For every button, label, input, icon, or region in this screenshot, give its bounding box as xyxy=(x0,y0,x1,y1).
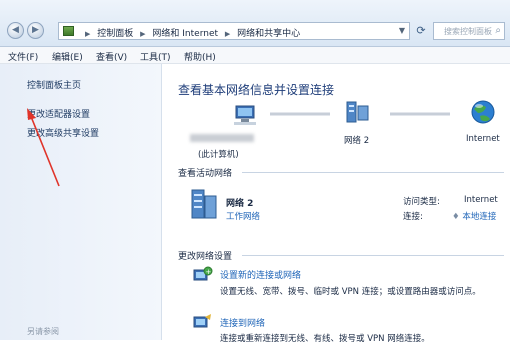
address-bar[interactable]: ▶ 控制面板 ▶ 网络和 Internet ▶ 网络和共享中心 ▼ xyxy=(58,22,410,40)
setup-new-connection-desc: 设置无线、宽带、拨号、临时或 VPN 连接；或设置路由器或访问点。 xyxy=(220,287,481,297)
search-placeholder: 搜索控制面板 xyxy=(444,27,492,36)
page-title: 查看基本网络信息并设置连接 xyxy=(178,83,335,97)
internet-node-label: Internet xyxy=(466,134,500,144)
breadcrumb-separator-icon[interactable]: ▶ xyxy=(85,30,90,38)
refresh-icon[interactable]: ⟳ xyxy=(412,22,430,40)
back-button[interactable]: ◀ xyxy=(7,22,24,39)
network-icon[interactable] xyxy=(346,101,369,123)
see-also-heading: 另请参阅 xyxy=(27,327,59,336)
access-type-label: 访问类型: xyxy=(403,197,440,207)
active-network-name: 网络 2 xyxy=(226,199,254,209)
sidebar-item-control-panel-home[interactable]: 控制面板主页 xyxy=(27,78,81,91)
search-icon[interactable]: ⌕ xyxy=(495,25,501,36)
control-panel-icon xyxy=(63,26,74,36)
network-node-label: 网络 2 xyxy=(344,136,370,146)
access-type-value: Internet xyxy=(464,195,498,205)
local-connection-link[interactable]: ♦ 本地连接 xyxy=(452,210,496,222)
breadcrumb: ▶ 控制面板 ▶ 网络和 Internet ▶ 网络和共享中心 xyxy=(81,26,300,39)
address-toolbar: ◀ ▶ ▶ 控制面板 ▶ 网络和 Internet ▶ 网络和共享中心 ▼ ⟳ … xyxy=(0,0,510,47)
menu-help[interactable]: 帮助(H) xyxy=(184,50,216,63)
network-location-link[interactable]: 工作网络 xyxy=(226,210,260,222)
breadcrumb-control-panel[interactable]: 控制面板 xyxy=(97,29,133,39)
computer-icon[interactable] xyxy=(234,105,256,125)
annotation-arrow-icon xyxy=(27,108,60,187)
local-connection-label: 本地连接 xyxy=(462,212,497,222)
network-icon xyxy=(191,189,217,219)
connect-to-network-link[interactable]: 连接到网络 xyxy=(220,316,265,329)
internet-globe-icon[interactable] xyxy=(471,100,495,124)
setup-new-connection-link[interactable]: 设置新的连接或网络 xyxy=(220,268,301,281)
section-divider xyxy=(242,255,504,256)
breadcrumb-network-internet[interactable]: 网络和 Internet xyxy=(152,29,218,39)
active-networks-heading: 查看活动网络 xyxy=(178,169,233,179)
connection-label: 连接: xyxy=(403,212,423,222)
network-adapter-icon: ♦ xyxy=(452,212,460,222)
this-computer-label: (此计算机) xyxy=(198,150,239,160)
breadcrumb-separator-icon[interactable]: ▶ xyxy=(225,30,230,38)
breadcrumb-network-sharing-center[interactable]: 网络和共享中心 xyxy=(237,29,300,39)
menu-tools[interactable]: 工具(T) xyxy=(140,50,171,63)
menu-bar: 文件(F) 编辑(E) 查看(V) 工具(T) 帮助(H) xyxy=(0,47,510,64)
computer-name-redacted xyxy=(190,134,254,142)
section-divider xyxy=(242,172,504,173)
new-connection-icon: + xyxy=(193,266,213,281)
chevron-down-icon[interactable]: ▼ xyxy=(399,26,405,35)
search-input[interactable]: 搜索控制面板 ⌕ xyxy=(433,22,505,40)
connect-to-network-icon xyxy=(193,314,211,328)
menu-file[interactable]: 文件(F) xyxy=(8,50,38,63)
forward-button[interactable]: ▶ xyxy=(27,22,44,39)
change-settings-heading: 更改网络设置 xyxy=(178,252,233,262)
breadcrumb-separator-icon[interactable]: ▶ xyxy=(140,30,145,38)
menu-edit[interactable]: 编辑(E) xyxy=(52,50,83,63)
menu-view[interactable]: 查看(V) xyxy=(96,50,127,63)
connect-to-network-desc: 连接或重新连接到无线、有线、拨号或 VPN 网络连接。 xyxy=(220,334,430,344)
svg-text:+: + xyxy=(206,268,212,276)
